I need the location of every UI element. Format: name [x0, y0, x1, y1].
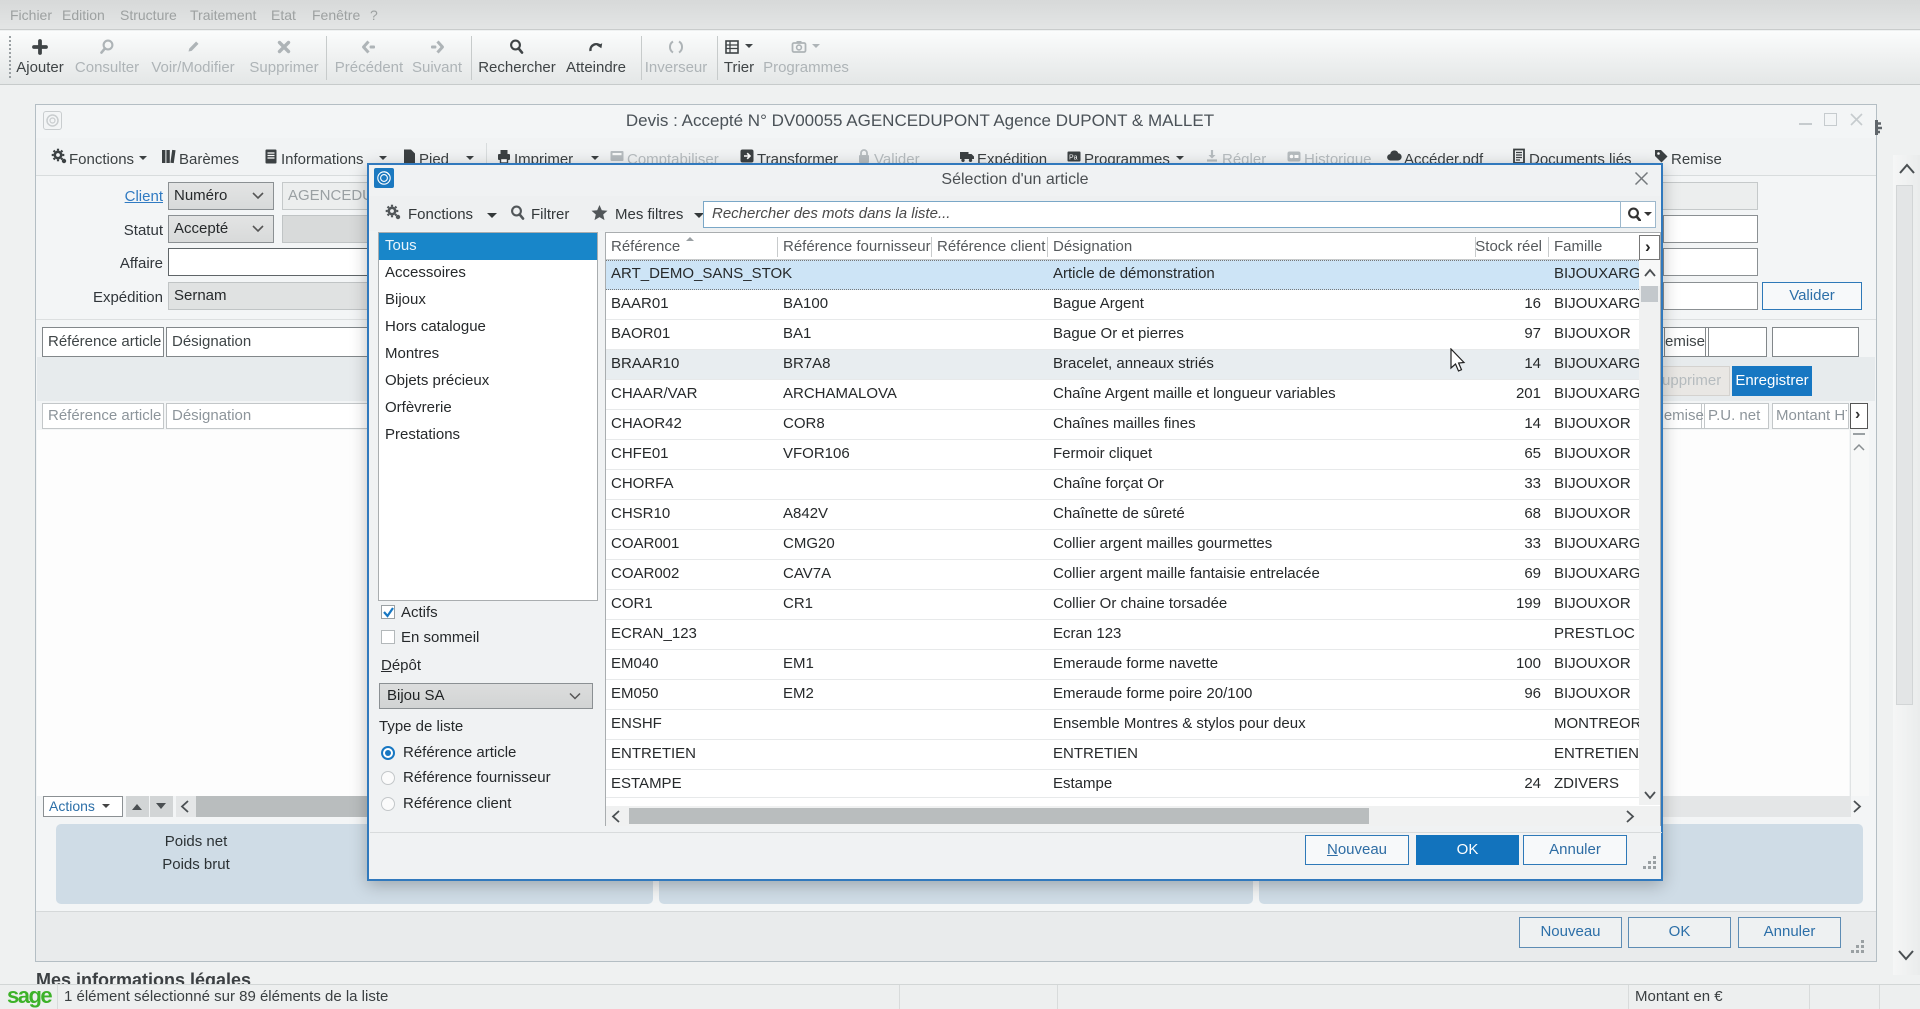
svg-text:Pa: Pa	[1069, 155, 1078, 162]
